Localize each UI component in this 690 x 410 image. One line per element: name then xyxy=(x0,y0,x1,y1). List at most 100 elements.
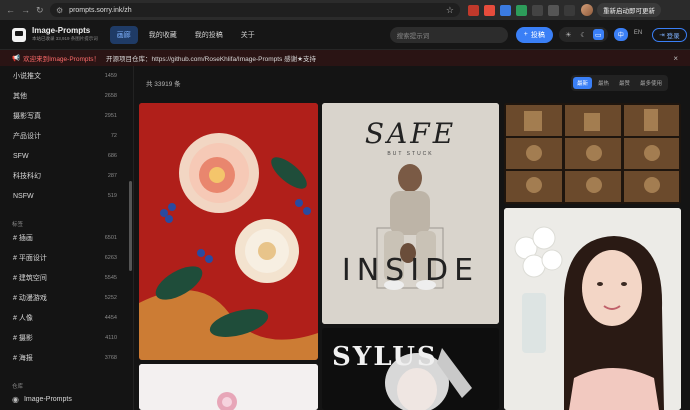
browser-nav: ← → ↻ xyxy=(0,5,50,16)
lang-en-button[interactable]: EN xyxy=(630,28,646,41)
tab-my-submissions[interactable]: 我的投稿 xyxy=(188,26,230,44)
close-icon[interactable]: × xyxy=(673,54,678,63)
address-bar[interactable]: ⚙ prompts.sorry.ink/zh ☆ xyxy=(50,3,460,17)
category-count: 72 xyxy=(110,133,117,139)
submit-button[interactable]: + 投稿 xyxy=(515,26,553,43)
safe-subtitle: BUT STUCK xyxy=(387,151,434,157)
update-button[interactable]: 重新启动即可更新 xyxy=(597,3,661,17)
brand: Image-Prompts 本站已收录 33,919 条图片提示词 xyxy=(32,27,98,42)
top-nav: 画廊 我的收藏 我的投稿 关于 xyxy=(109,25,262,44)
sidebar-repo-link[interactable]: ◉ Image-Prompts xyxy=(0,390,133,408)
tab-gallery[interactable]: 画廊 xyxy=(109,25,138,44)
gallery-card-safe-inside[interactable]: SAFE BUT STUCK INSIDE xyxy=(322,103,499,324)
sidebar-category[interactable]: 小说推文 1459 xyxy=(0,66,133,86)
tag-label: # 海报 xyxy=(13,355,33,362)
extension-new-icon[interactable] xyxy=(484,4,495,16)
extension-green-icon[interactable] xyxy=(516,4,527,16)
tag-label: # 摄影 xyxy=(13,335,33,342)
announcement-text[interactable]: 开源项目仓库：https://github.com/RoseKhlifa/Ima… xyxy=(106,53,316,63)
category-count: 2951 xyxy=(104,113,117,119)
gallery-card-peony[interactable] xyxy=(139,103,318,360)
profile-avatar[interactable] xyxy=(581,4,593,16)
sidebar-category[interactable]: NSFW 519 xyxy=(0,186,133,206)
sidebar: 小说推文 1459 其他 2658 摄影写真 2951 产品设计 72 SFW 686 科… xyxy=(0,66,134,410)
logo-icon[interactable] xyxy=(12,27,26,42)
gallery-card-portrait[interactable] xyxy=(504,208,681,410)
inside-text: INSIDE xyxy=(341,253,480,288)
category-label: 小说推文 xyxy=(13,73,41,80)
repo-label: Image-Prompts xyxy=(23,395,72,403)
plus-icon: + xyxy=(523,31,528,38)
tag-label: # 人像 xyxy=(13,315,33,322)
language-switcher: 中 EN xyxy=(613,28,646,41)
reload-icon[interactable]: ↻ xyxy=(36,5,44,16)
total-count: 共 33919 条 xyxy=(146,81,181,88)
login-button[interactable]: ⇥ 登录 xyxy=(652,27,687,42)
tag-count: 3768 xyxy=(104,355,117,361)
extension-gray-icon[interactable] xyxy=(532,4,543,16)
lang-zh-button[interactable]: 中 xyxy=(613,28,628,41)
bookmark-star-icon[interactable]: ☆ xyxy=(446,5,460,16)
tag-label: # 动漫游戏 xyxy=(13,295,47,302)
sidebar-tag[interactable]: # 建筑空间 5545 xyxy=(0,268,133,288)
theme-switcher: ☀ ☾ ▭ xyxy=(558,27,608,42)
tab-favorites[interactable]: 我的收藏 xyxy=(142,26,184,44)
login-label: 登录 xyxy=(666,32,680,40)
megaphone-icon: 📢 xyxy=(12,55,21,62)
sidebar-tag[interactable]: # 海报 3768 xyxy=(0,348,133,368)
sun-icon[interactable]: ☀ xyxy=(563,29,574,40)
monitor-icon[interactable]: ▭ xyxy=(592,29,604,40)
tag-count: 4110 xyxy=(105,335,117,341)
sidebar-tag[interactable]: # 动漫游戏 5252 xyxy=(0,288,133,308)
gallery: 共 33919 条 最新 最热 最赞 最多使用 SAFE BUT STUCK I… xyxy=(134,66,690,410)
back-icon[interactable]: ← xyxy=(6,5,15,16)
browser-toolbar: ← → ↻ ⚙ prompts.sorry.ink/zh ☆ 重新启动即可更新 xyxy=(0,0,690,20)
url-text: prompts.sorry.ink/zh xyxy=(69,6,132,14)
category-count: 686 xyxy=(107,153,117,159)
tag-label: # 插画 xyxy=(13,235,33,242)
sidebar-category[interactable]: 科技科幻 287 xyxy=(0,166,133,186)
extension-blue-icon[interactable] xyxy=(500,4,511,16)
tag-count: 5545 xyxy=(104,275,117,281)
site-info-icon[interactable]: ⚙ xyxy=(56,6,63,15)
tab-about[interactable]: 关于 xyxy=(234,26,262,44)
category-label: 科技科幻 xyxy=(13,173,41,180)
search-input[interactable]: 搜索提示词 xyxy=(389,26,508,43)
portrait-illustration xyxy=(504,208,681,410)
sort-tabs: 最新 最热 最赞 最多使用 xyxy=(570,75,668,91)
gallery-card-sylus[interactable]: SYLUS xyxy=(322,328,499,410)
gallery-card-pink[interactable] xyxy=(139,364,318,410)
gallery-toolbar: 共 33919 条 最新 最热 最赞 最多使用 xyxy=(134,66,690,100)
sidebar-tag[interactable]: # 平面设计 6263 xyxy=(0,248,133,268)
category-count: 519 xyxy=(107,193,117,199)
category-label: 产品设计 xyxy=(13,133,41,140)
announcement-highlight: 欢迎来到Image-Prompts！ xyxy=(23,56,101,63)
forward-icon[interactable]: → xyxy=(21,5,30,16)
sidebar-tag[interactable]: # 插画 6501 xyxy=(0,228,133,248)
sidebar-category[interactable]: 产品设计 72 xyxy=(0,126,133,146)
extensions xyxy=(468,4,575,16)
tag-count: 6501 xyxy=(104,235,117,241)
sidebar-scrollbar[interactable] xyxy=(129,181,132,271)
extension-red-icon[interactable] xyxy=(468,4,479,16)
tag-count: 6263 xyxy=(104,255,117,261)
sort-latest[interactable]: 最新 xyxy=(572,77,592,89)
sidebar-tag[interactable]: # 摄影 4110 xyxy=(0,328,133,348)
sidebar-category[interactable]: 摄影写真 2951 xyxy=(0,106,133,126)
extension-puzzle-icon[interactable] xyxy=(548,4,559,16)
sidebar-tag[interactable]: # 人像 4454 xyxy=(0,308,133,328)
moon-icon[interactable]: ☾ xyxy=(578,29,589,40)
sort-liked[interactable]: 最赞 xyxy=(615,77,634,89)
sidebar-toggle-icon[interactable] xyxy=(564,4,575,16)
gallery-card-photo-grid[interactable] xyxy=(504,103,681,204)
sidebar-category[interactable]: 其他 2658 xyxy=(0,86,133,106)
sidebar-category[interactable]: SFW 686 xyxy=(0,146,133,166)
sort-hot[interactable]: 最热 xyxy=(594,77,613,89)
repo-heading: 仓库 xyxy=(12,384,24,390)
tag-count: 5252 xyxy=(104,295,117,301)
category-label: 其他 xyxy=(13,93,27,100)
announcement-bar: 📢 欢迎来到Image-Prompts！ 开源项目仓库：https://gith… xyxy=(0,50,690,66)
submit-label: 投稿 xyxy=(530,31,545,39)
safe-title: SAFE xyxy=(364,117,457,150)
sort-most-used[interactable]: 最多使用 xyxy=(636,77,666,89)
